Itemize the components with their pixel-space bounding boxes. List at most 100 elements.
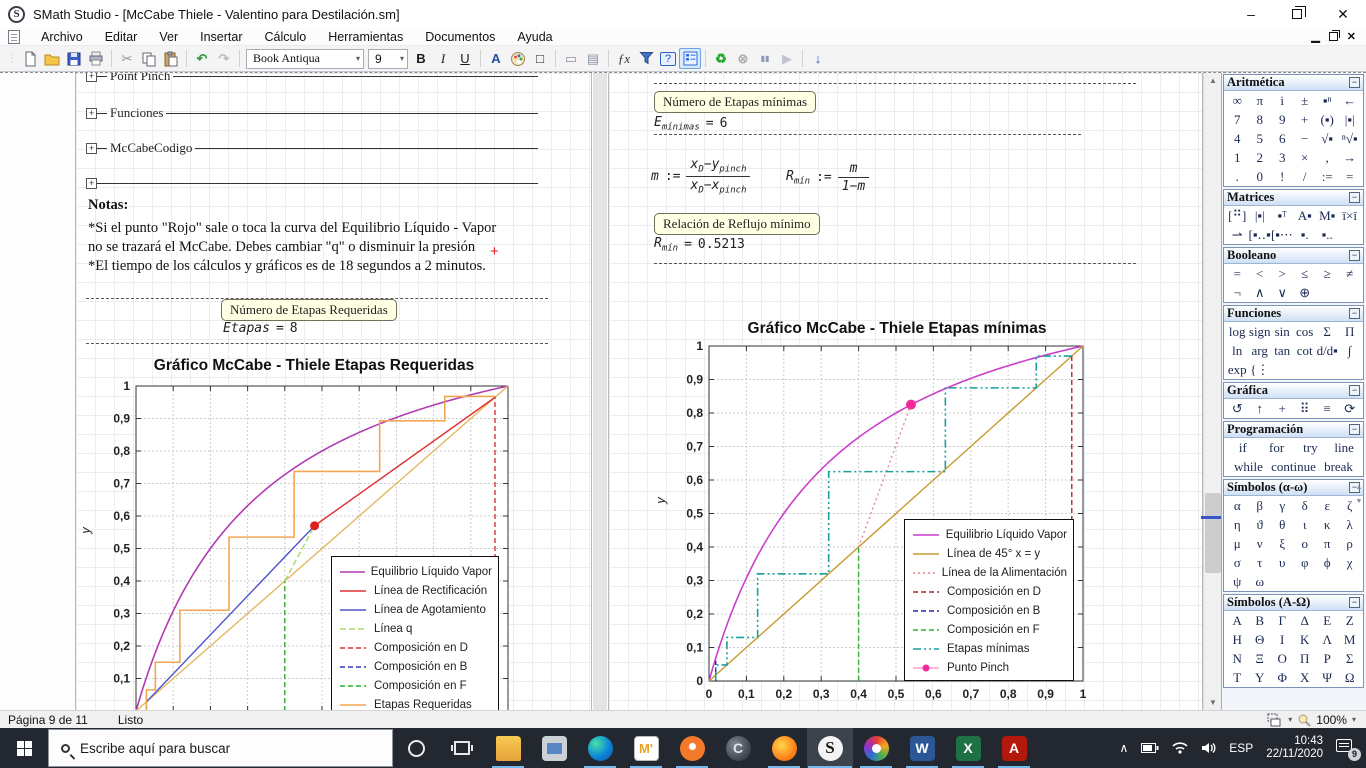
menu-editar[interactable]: Editar [94, 30, 149, 44]
font-size-select[interactable]: 9 ▾ [368, 48, 408, 69]
taskbar-app-word[interactable]: W [899, 728, 945, 768]
symbol-button[interactable]: π [1248, 91, 1270, 110]
symbol-button[interactable]: κ [1316, 515, 1338, 534]
panel-header[interactable]: Funciones − [1224, 306, 1363, 322]
scroll-up-icon[interactable]: ▲ [1204, 73, 1222, 89]
symbol-button[interactable]: ↺ [1226, 399, 1248, 418]
symbol-button[interactable]: Α [1226, 611, 1248, 630]
collapsed-section-unnamed[interactable]: + [86, 176, 538, 190]
border-button[interactable]: □ [529, 48, 551, 69]
tray-expand-icon[interactable]: ∧ [1119, 741, 1128, 755]
zoom-dropdown-icon[interactable]: ▾ [1352, 715, 1356, 724]
symbol-button[interactable]: break [1316, 457, 1361, 476]
speaker-icon[interactable] [1201, 742, 1216, 754]
undo-button[interactable]: ↶ [191, 48, 213, 69]
taskbar-app-cinema4d[interactable]: C [715, 728, 761, 768]
toolbar-handle[interactable]: ⋮ [7, 53, 17, 64]
expand-icon[interactable]: + [86, 177, 97, 189]
symbol-button[interactable]: A▪ [1293, 206, 1315, 225]
note-line[interactable]: no se trazará el McCabe. Debes cambiar "… [88, 239, 475, 256]
symbol-button[interactable]: 2 [1248, 148, 1270, 167]
symbol-button[interactable]: ϕ [1316, 553, 1338, 572]
symbol-button[interactable]: Η [1226, 630, 1248, 649]
notes-title[interactable]: Notas: [88, 197, 128, 214]
mdi-close-button[interactable]: ✕ [1347, 30, 1356, 43]
symbol-button[interactable]: ψ [1226, 572, 1248, 591]
symbol-button[interactable]: ▪ⁿ [1316, 91, 1338, 110]
symbol-button[interactable]: Ξ [1248, 649, 1270, 668]
copy-button[interactable] [138, 48, 160, 69]
symbol-button[interactable]: 4 [1226, 129, 1248, 148]
expand-icon[interactable]: + [86, 142, 97, 154]
bold-button[interactable]: B [410, 48, 432, 69]
min-stages-result[interactable]: Emínimas = 6 [654, 115, 727, 133]
redo-button[interactable]: ↷ [213, 48, 235, 69]
battery-icon[interactable] [1141, 743, 1159, 753]
symbol-button[interactable]: ▪.. [1316, 225, 1338, 244]
symbol-button[interactable]: 3 [1271, 148, 1293, 167]
symbol-button[interactable]: ϑ [1248, 515, 1270, 534]
pause-button[interactable]: ▮▮ [754, 48, 776, 69]
symbol-button[interactable]: := [1316, 167, 1338, 186]
start-button[interactable] [0, 728, 48, 768]
symbol-button[interactable]: i [1271, 91, 1293, 110]
symbol-button[interactable]: 1 [1226, 148, 1248, 167]
taskbar-app-photos[interactable] [531, 728, 577, 768]
symbol-button[interactable]: Χ [1293, 668, 1315, 687]
stages-required-label[interactable]: Número de Etapas Requeridas [221, 299, 397, 321]
debug-step-button[interactable]: ↓ [807, 48, 829, 69]
new-document-button[interactable] [19, 48, 41, 69]
symbol-button[interactable]: [▪⋯▪] [1271, 225, 1293, 244]
sidebar-scroll-up-icon[interactable]: ▲ [1354, 483, 1364, 493]
symbol-button[interactable]: ∞ [1226, 91, 1248, 110]
symbol-button[interactable]: Λ [1316, 630, 1338, 649]
symbol-button[interactable]: Ι [1271, 630, 1293, 649]
symbol-button[interactable]: + [1271, 399, 1293, 418]
collapse-icon[interactable]: − [1349, 424, 1360, 435]
symbol-button[interactable]: ⇀ [1226, 225, 1248, 244]
symbol-button[interactable]: Θ [1248, 630, 1270, 649]
background-color-button[interactable] [507, 48, 529, 69]
taskbar-app-acrobat[interactable]: A [991, 728, 1037, 768]
symbol-button[interactable]: M▪ [1316, 206, 1338, 225]
insert-function-button[interactable]: ƒx [613, 48, 635, 69]
symbol-button[interactable]: Ρ [1316, 649, 1338, 668]
scrollbar-thumb[interactable] [1205, 493, 1221, 573]
taskbar-app-smath[interactable]: S [807, 728, 853, 768]
cortana-button[interactable] [393, 728, 439, 768]
symbol-button[interactable]: √▪ [1316, 129, 1338, 148]
action-center-button[interactable]: 9 [1336, 737, 1361, 761]
symbol-button[interactable]: ν [1248, 534, 1270, 553]
collapse-icon[interactable]: − [1349, 308, 1360, 319]
symbol-button[interactable]: φ [1293, 553, 1315, 572]
symbol-button[interactable]: Ε [1316, 611, 1338, 630]
symbol-button[interactable]: try [1294, 438, 1328, 457]
font-color-button[interactable]: A [485, 48, 507, 69]
menu-herramientas[interactable]: Herramientas [317, 30, 414, 44]
symbol-button[interactable]: |▪| [1338, 110, 1360, 129]
taskbar-app-firefox[interactable] [761, 728, 807, 768]
symbol-button[interactable]: ∧ [1248, 283, 1270, 302]
menu-cálculo[interactable]: Cálculo [254, 30, 318, 44]
symbol-button[interactable]: Ν [1226, 649, 1248, 668]
symbol-button[interactable]: ← [1338, 91, 1360, 110]
symbol-button[interactable]: tan [1271, 341, 1293, 360]
minimize-button[interactable]: – [1228, 0, 1274, 28]
symbol-button[interactable]: 9 [1271, 110, 1293, 129]
rmin-result[interactable]: Rmín = 0.5213 [654, 236, 745, 254]
symbol-button[interactable]: Π [1338, 322, 1360, 341]
symbol-button[interactable]: Ω [1338, 668, 1360, 687]
symbol-button[interactable]: ρ [1338, 534, 1360, 553]
symbol-button[interactable]: [▪‥▪] [1248, 225, 1270, 244]
symbol-button[interactable]: exp [1226, 360, 1248, 379]
symbol-button[interactable]: ο [1293, 534, 1315, 553]
symbol-button[interactable]: 6 [1271, 129, 1293, 148]
open-document-button[interactable] [41, 48, 63, 69]
symbol-button[interactable]: d/d▪ [1316, 341, 1338, 360]
panel-header[interactable]: Programación − [1224, 422, 1363, 438]
zoom-level[interactable]: 100% [1316, 713, 1347, 727]
collapse-icon[interactable]: − [1349, 192, 1360, 203]
symbol-button[interactable]: [⠛] [1226, 206, 1248, 225]
symbol-button[interactable]: ≡ [1316, 399, 1338, 418]
save-document-button[interactable] [63, 48, 85, 69]
